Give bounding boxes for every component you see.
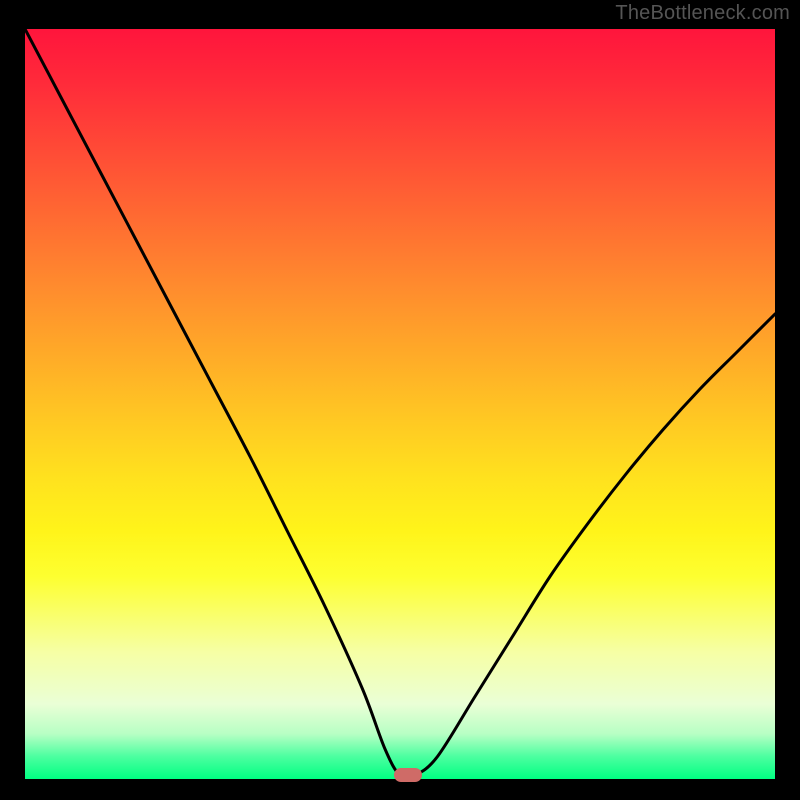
plot-area: [22, 26, 778, 782]
curve-svg: [25, 29, 775, 779]
chart-container: TheBottleneck.com: [0, 0, 800, 800]
optimum-marker: [394, 768, 422, 782]
watermark-text: TheBottleneck.com: [615, 2, 790, 25]
bottleneck-curve-path: [25, 29, 775, 778]
